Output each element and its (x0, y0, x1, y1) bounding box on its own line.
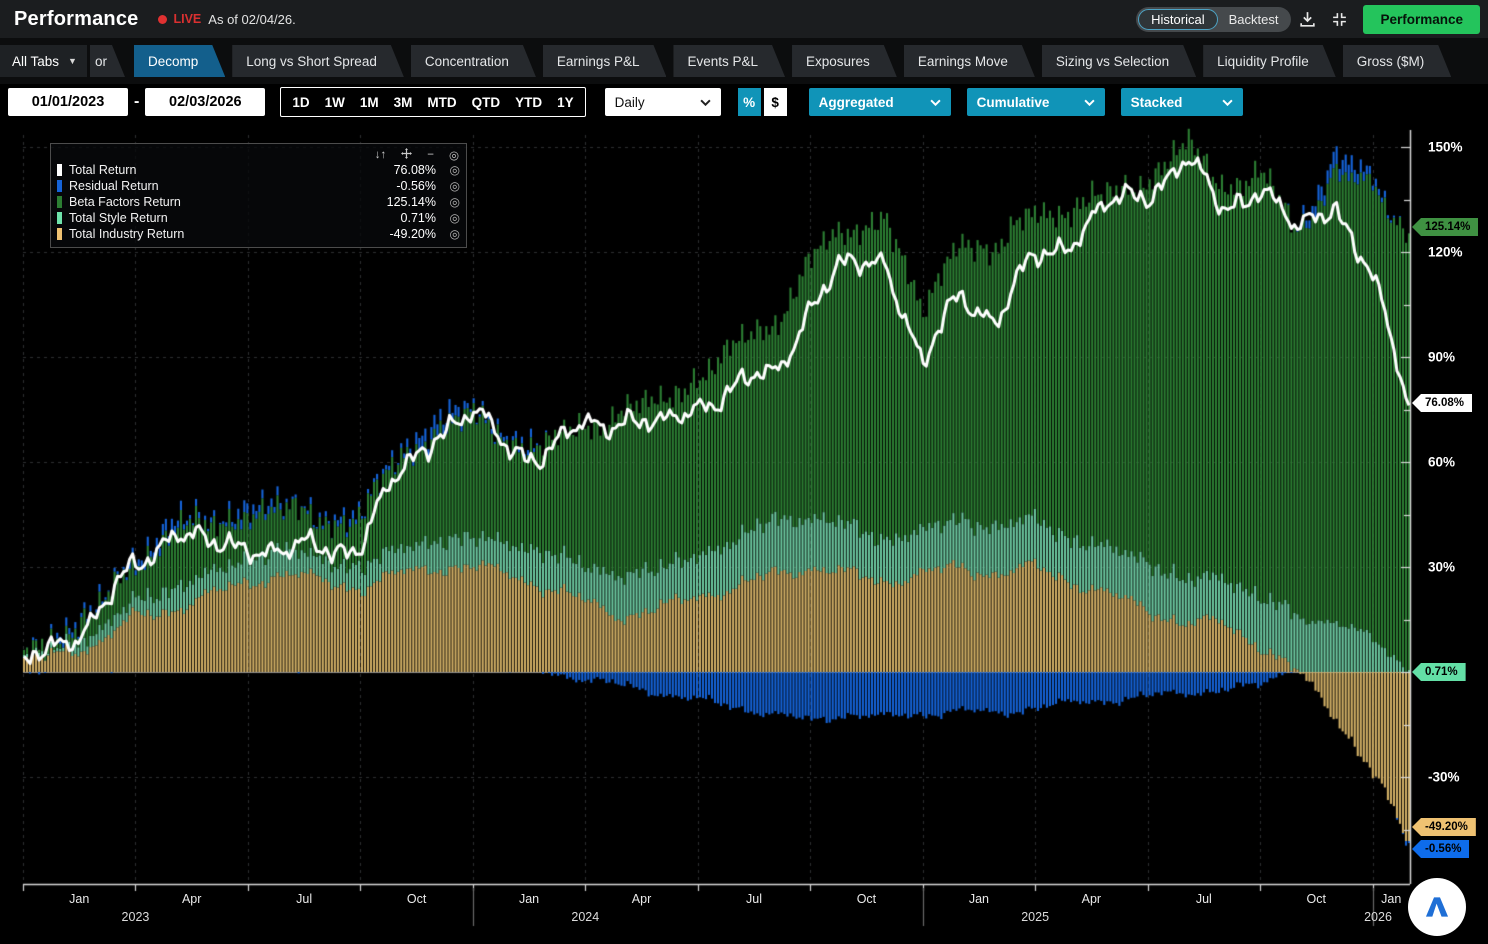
app-root: Performance LIVE As of 02/04/26. Histori… (0, 0, 1488, 944)
x-axis-month-label: Jul (296, 892, 312, 906)
value-tag-125-14: 125.14% (1412, 218, 1478, 236)
legend-swatch (57, 180, 62, 192)
legend-swatch (57, 228, 62, 240)
x-axis-month-label: Jan (519, 892, 539, 906)
eye-icon[interactable]: ◎ (444, 211, 460, 225)
x-axis-month-label: Jan (69, 892, 89, 906)
eye-icon[interactable]: ◎ (444, 163, 460, 177)
legend-row: Residual Return -0.56% ◎ (57, 178, 460, 194)
x-axis-month-label: Jul (1196, 892, 1212, 906)
all-tabs-label: All Tabs (12, 54, 59, 69)
legend-series-value: -0.56% (396, 179, 436, 193)
y-axis-label: 120% (1428, 245, 1463, 260)
legend-series-name: Residual Return (69, 179, 159, 193)
chevron-down-icon: ▼ (68, 56, 77, 66)
move-icon[interactable] (401, 148, 412, 162)
legend-series-name: Beta Factors Return (69, 195, 181, 209)
x-axis-year-label: 2024 (571, 910, 599, 924)
x-axis-year-label: 2023 (122, 910, 150, 924)
x-axis-month-label: Apr (182, 892, 201, 906)
eye-icon[interactable]: ◎ (444, 227, 460, 241)
legend-row: Total Return 76.08% ◎ (57, 162, 460, 178)
y-axis-label: 60% (1428, 455, 1455, 470)
legend-series-value: 76.08% (394, 163, 436, 177)
legend-series-name: Total Industry Return (69, 227, 184, 241)
legend-series-value: 0.71% (401, 211, 436, 225)
value-tag-49-20: -49.20% (1412, 818, 1476, 836)
x-axis-month-label: Jan (969, 892, 989, 906)
legend-row: Total Industry Return -49.20% ◎ (57, 226, 460, 242)
legend-row: Total Style Return 0.71% ◎ (57, 210, 460, 226)
legend-toolbar: ↓↑ − ◎ (57, 147, 460, 162)
x-axis-month-label: Jan (1381, 892, 1401, 906)
x-axis-year-label: 2025 (1021, 910, 1049, 924)
x-axis-month-label: Oct (1307, 892, 1326, 906)
x-axis-month-label: Apr (1082, 892, 1101, 906)
legend-swatch (57, 196, 62, 208)
x-axis-month-label: Jul (746, 892, 762, 906)
brand-logo[interactable] (1408, 878, 1466, 936)
legend-series-name: Total Return (69, 163, 136, 177)
y-axis-label: 150% (1428, 140, 1463, 155)
legend-rows: Total Return 76.08% ◎ Residual Return -0.56%… (57, 162, 460, 242)
legend-swatch (57, 164, 62, 176)
eye-icon[interactable]: ◎ (444, 195, 460, 209)
legend-swatch (57, 212, 62, 224)
y-axis-label: 90% (1428, 350, 1455, 365)
value-tag-76-08: 76.08% (1412, 394, 1472, 412)
x-axis-month-label: Oct (857, 892, 876, 906)
x-axis-year-label: 2026 (1364, 910, 1392, 924)
legend-row: Beta Factors Return 125.14% ◎ (57, 194, 460, 210)
x-axis-month-label: Oct (407, 892, 426, 906)
eye-icon[interactable]: ◎ (444, 179, 460, 193)
value-tag-0-56: -0.56% (1412, 840, 1469, 858)
legend-series-value: 125.14% (387, 195, 436, 209)
value-tag-0-71: 0.71% (1412, 663, 1466, 681)
y-axis-label: 30% (1428, 560, 1455, 575)
x-axis-month-label: Apr (632, 892, 651, 906)
performance-chart[interactable] (0, 0, 1488, 944)
sort-icon[interactable]: ↓↑ (375, 149, 387, 161)
chart-legend: ↓↑ − ◎ Total Return76.08%◎Residual Retur… (50, 143, 467, 248)
legend-series-name: Total Style Return (69, 211, 168, 225)
brand-a-icon (1420, 890, 1454, 924)
visibility-icon[interactable]: ◎ (449, 148, 459, 162)
all-tabs-dropdown[interactable]: All Tabs ▼ (0, 45, 87, 77)
minimize-icon[interactable]: − (427, 149, 434, 161)
y-axis-label: -30% (1428, 770, 1460, 785)
legend-series-value: -49.20% (389, 227, 436, 241)
